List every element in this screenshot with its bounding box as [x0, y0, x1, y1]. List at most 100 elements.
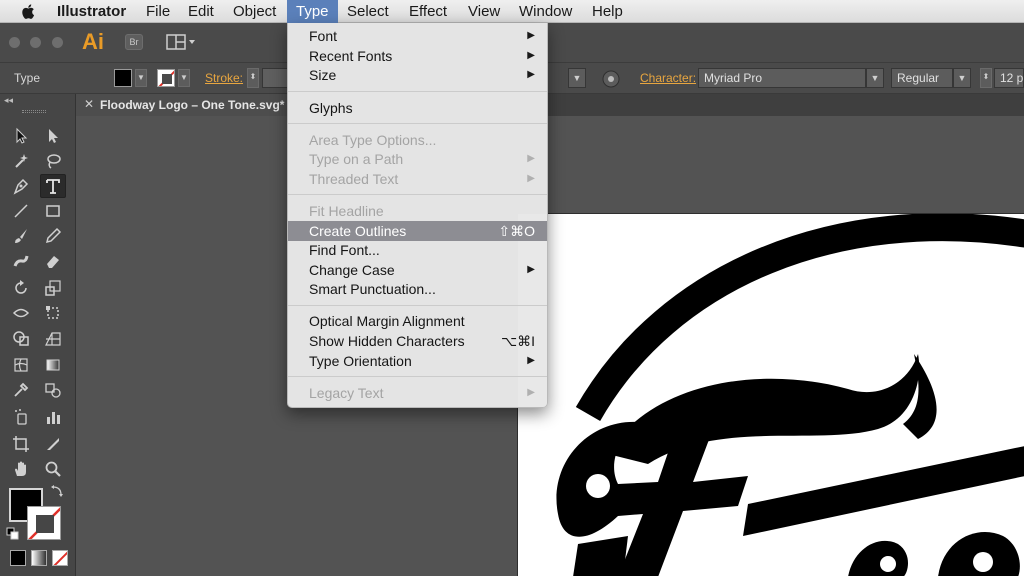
menu-item-type-on-a-path[interactable]: Type on a Path ▶	[288, 149, 547, 169]
submenu-arrow-icon: ▶	[527, 173, 535, 184]
font-size-field[interactable]: 12 pt	[994, 68, 1024, 88]
pencil-tool-icon[interactable]	[40, 224, 66, 248]
menu-item-create-outlines[interactable]: Create Outlines ⇧⌘O	[288, 221, 547, 241]
pen-tool-icon[interactable]	[8, 174, 34, 198]
symbol-sprayer-tool-icon[interactable]	[8, 405, 34, 429]
magic-wand-tool-icon[interactable]	[8, 149, 34, 173]
hand-tool-icon[interactable]	[8, 457, 34, 481]
app-menu-illustrator[interactable]: Illustrator	[57, 0, 126, 23]
zoom-tool-icon[interactable]	[40, 457, 66, 481]
menu-item-font[interactable]: Font ▶	[288, 26, 547, 46]
close-tab-icon[interactable]: ✕	[84, 97, 94, 111]
menu-file[interactable]: File	[146, 0, 170, 23]
column-graph-tool-icon[interactable]	[40, 405, 66, 429]
rectangle-tool-icon[interactable]	[40, 199, 66, 223]
menu-item-glyphs[interactable]: Glyphs	[288, 98, 547, 118]
menu-item-threaded-text[interactable]: Threaded Text ▶	[288, 169, 547, 189]
menu-item-change-case[interactable]: Change Case ▶	[288, 260, 547, 280]
canvas-area[interactable]	[76, 116, 1024, 576]
menu-item-label: Legacy Text	[309, 385, 384, 401]
arrange-documents-icon[interactable]	[166, 34, 196, 50]
stroke-weight-field[interactable]	[262, 68, 288, 88]
mesh-tool-icon[interactable]	[8, 353, 34, 377]
menu-edit[interactable]: Edit	[188, 0, 214, 23]
menu-item-recent-fonts[interactable]: Recent Fonts ▶	[288, 46, 547, 66]
menu-item-label: Type Orientation	[309, 353, 412, 369]
direct-selection-tool-icon[interactable]	[40, 124, 66, 148]
document-tab-title: Floodway Logo – One Tone.svg* @	[100, 98, 290, 112]
type-tool-icon[interactable]	[40, 174, 66, 198]
no-stroke-indicator-icon	[28, 507, 60, 539]
paintbrush-tool-icon[interactable]	[8, 224, 34, 248]
menu-item-show-hidden-characters[interactable]: Show Hidden Characters ⌥⌘I	[288, 331, 547, 351]
fill-color-swatch[interactable]	[114, 69, 132, 87]
rotate-tool-icon[interactable]	[8, 276, 34, 300]
shape-builder-tool-icon[interactable]	[8, 326, 34, 350]
stroke-dropdown-arrow[interactable]: ▼	[178, 69, 190, 87]
close-window-button[interactable]	[9, 37, 20, 48]
stroke-color-swatch[interactable]	[157, 69, 175, 87]
submenu-arrow-icon: ▶	[527, 30, 535, 41]
collapse-panel-icon[interactable]: ◂◂	[4, 95, 13, 106]
color-mode-button[interactable]	[10, 550, 26, 566]
menu-item-size[interactable]: Size ▶	[288, 65, 547, 85]
document-tab[interactable]: ✕ Floodway Logo – One Tone.svg* @	[76, 94, 290, 116]
scale-tool-icon[interactable]	[40, 276, 66, 300]
menu-view[interactable]: View	[468, 0, 500, 23]
menu-item-label: Font	[309, 28, 338, 44]
none-mode-button[interactable]	[52, 550, 68, 566]
menu-item-label: Show Hidden Characters	[309, 333, 465, 349]
slice-tool-icon[interactable]	[40, 432, 66, 456]
menu-object[interactable]: Object	[233, 0, 276, 23]
width-tool-icon[interactable]	[8, 301, 34, 325]
zoom-window-button[interactable]	[52, 37, 63, 48]
opacity-dropdown[interactable]: ▼	[568, 68, 586, 88]
document-tab-bar: ✕ Floodway Logo – One Tone.svg* @	[76, 94, 1024, 116]
menu-type[interactable]: Type	[287, 0, 338, 23]
font-family-field[interactable]: Myriad Pro	[698, 68, 866, 88]
go-to-bridge-button[interactable]: Br	[125, 34, 143, 50]
stroke-color-box[interactable]	[27, 506, 61, 540]
menu-item-area-type-options[interactable]: Area Type Options...	[288, 130, 547, 150]
artboard-tool-icon[interactable]	[8, 432, 34, 456]
menu-item-fit-headline[interactable]: Fit Headline	[288, 201, 547, 221]
menu-item-legacy-text[interactable]: Legacy Text ▶	[288, 383, 547, 403]
menu-help[interactable]: Help	[592, 0, 623, 23]
line-segment-tool-icon[interactable]	[8, 199, 34, 223]
gradient-mode-button[interactable]	[31, 550, 47, 566]
font-size-stepper[interactable]: ⬍	[980, 68, 992, 88]
font-style-dropdown[interactable]: ▼	[953, 68, 971, 88]
panel-grip[interactable]	[22, 110, 46, 113]
blob-brush-tool-icon[interactable]	[8, 249, 34, 273]
menu-item-find-font[interactable]: Find Font...	[288, 240, 547, 260]
menu-select[interactable]: Select	[347, 0, 389, 23]
perspective-grid-tool-icon[interactable]	[40, 326, 66, 350]
free-transform-tool-icon[interactable]	[40, 301, 66, 325]
selection-tool-icon[interactable]	[8, 124, 34, 148]
eraser-tool-icon[interactable]	[40, 249, 66, 273]
recolor-artwork-icon[interactable]	[602, 70, 620, 88]
font-style-field[interactable]: Regular	[891, 68, 953, 88]
blend-tool-icon[interactable]	[40, 378, 66, 402]
artboard[interactable]	[517, 213, 1024, 576]
lasso-tool-icon[interactable]	[40, 149, 66, 173]
default-fill-stroke-icon[interactable]	[6, 527, 19, 540]
fill-dropdown-arrow[interactable]: ▼	[135, 69, 147, 87]
menu-effect[interactable]: Effect	[409, 0, 447, 23]
menu-item-label: Type on a Path	[309, 151, 404, 167]
stroke-panel-link[interactable]: Stroke:	[205, 63, 243, 93]
floodway-logo-artwork[interactable]	[518, 214, 1024, 576]
font-family-dropdown[interactable]: ▼	[866, 68, 884, 88]
apple-icon[interactable]	[21, 3, 37, 20]
menu-window[interactable]: Window	[519, 0, 572, 23]
menu-item-type-orientation[interactable]: Type Orientation ▶	[288, 351, 547, 371]
menu-item-optical-margin-alignment[interactable]: Optical Margin Alignment	[288, 311, 547, 331]
menu-item-smart-punctuation[interactable]: Smart Punctuation...	[288, 279, 547, 299]
submenu-arrow-icon: ▶	[527, 153, 535, 164]
minimize-window-button[interactable]	[30, 37, 41, 48]
gradient-tool-icon[interactable]	[40, 353, 66, 377]
swap-fill-stroke-icon[interactable]	[50, 484, 64, 498]
eyedropper-tool-icon[interactable]	[8, 378, 34, 402]
character-panel-link[interactable]: Character:	[640, 63, 696, 93]
stroke-weight-stepper[interactable]: ⬍	[247, 68, 259, 88]
